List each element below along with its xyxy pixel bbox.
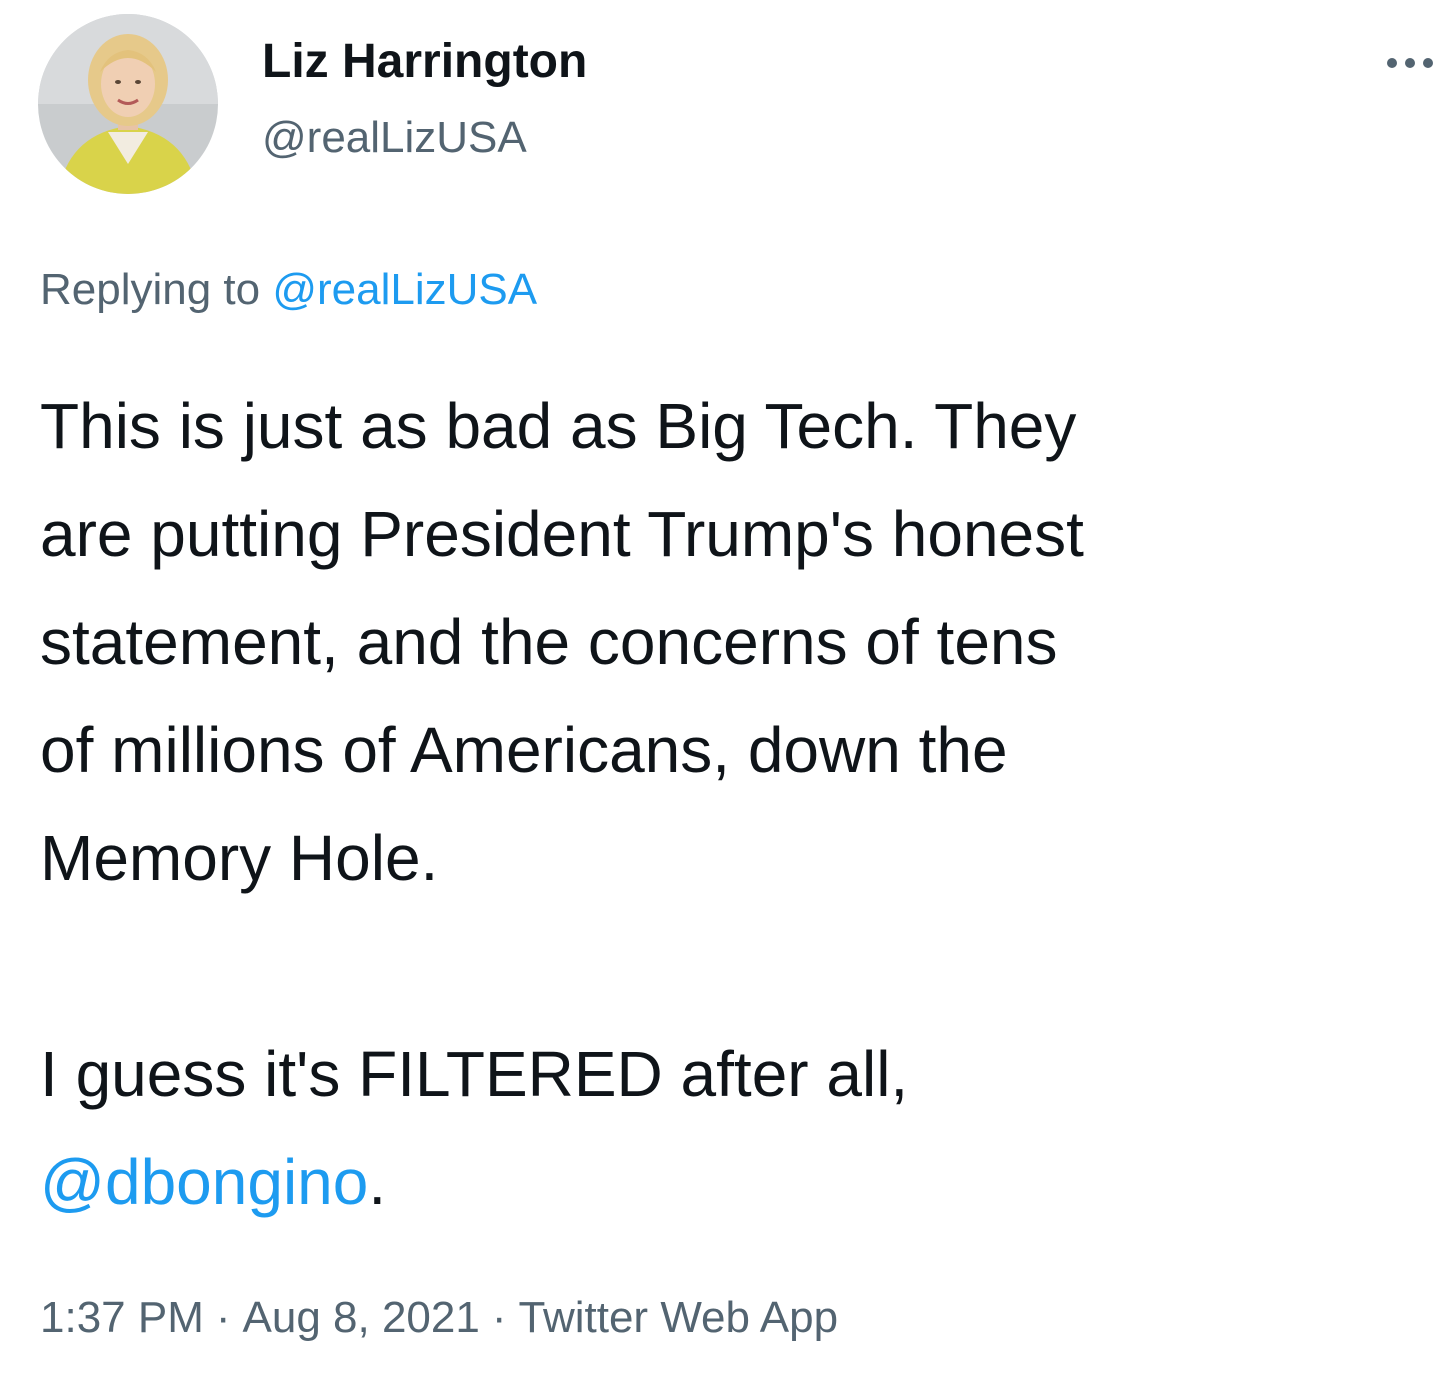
mention-link[interactable]: @dbongino	[40, 1146, 368, 1218]
tweet-text-line: statement, and the concerns of tens	[40, 606, 1058, 678]
tweet-text: This is just as bad as Big Tech. They ar…	[40, 372, 1440, 1236]
tweet: Liz Harrington @realLizUSA Replying to @…	[0, 0, 1456, 1384]
tweet-text-line: are putting President Trump's honest	[40, 498, 1084, 570]
tweet-text-line: @dbongino.	[40, 1128, 1440, 1236]
tweet-text-line: Memory Hole.	[40, 822, 439, 894]
tweet-source[interactable]: Twitter Web App	[519, 1293, 839, 1342]
reply-prefix: Replying to	[40, 265, 273, 314]
avatar[interactable]	[38, 14, 218, 194]
more-options-button[interactable]	[1380, 48, 1450, 78]
tweet-metadata: 1:37 PM · Aug 8, 2021 · Twitter Web App	[40, 1290, 838, 1346]
more-horizontal-icon	[1387, 58, 1433, 68]
tweet-text-line: I guess it's FILTERED after all,	[40, 1038, 909, 1110]
user-handle[interactable]: @realLizUSA	[262, 112, 527, 164]
tweet-time[interactable]: 1:37 PM	[40, 1293, 204, 1342]
trailing-punctuation: .	[368, 1146, 387, 1218]
reply-context: Replying to @realLizUSA	[40, 264, 537, 316]
tweet-text-line: This is just as bad as Big Tech. They	[40, 390, 1077, 462]
tweet-text-line: of millions of Americans, down the	[40, 714, 1008, 786]
reply-mention-link[interactable]: @realLizUSA	[272, 265, 537, 314]
profile-photo-icon	[38, 14, 218, 194]
meta-separator: ·	[491, 1293, 507, 1342]
paragraph-break	[40, 912, 1440, 1020]
tweet-date[interactable]: Aug 8, 2021	[243, 1293, 480, 1342]
meta-separator: ·	[215, 1293, 231, 1342]
display-name[interactable]: Liz Harrington	[262, 34, 587, 90]
